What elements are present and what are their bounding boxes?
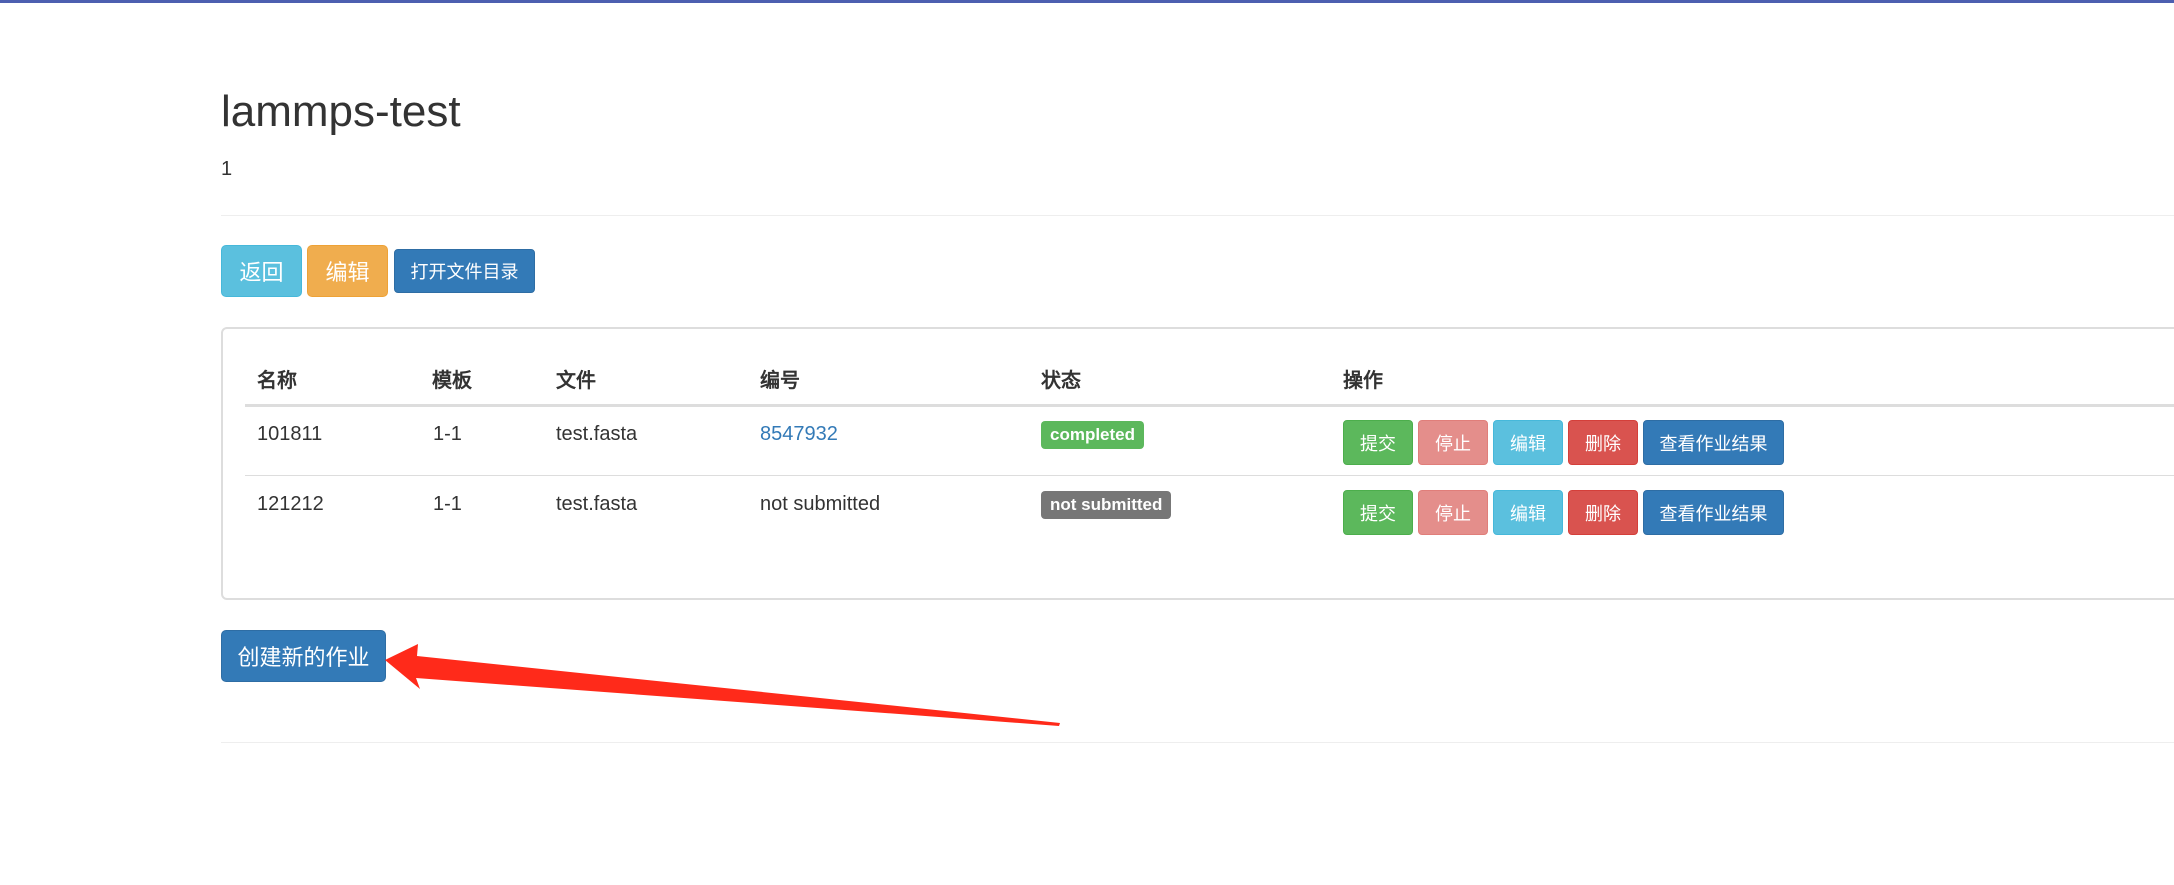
divider-top <box>221 215 2174 216</box>
edit-job-button[interactable]: 编辑 <box>1493 420 1563 465</box>
back-button[interactable]: 返回 <box>221 245 302 297</box>
annotation-arrow-shape <box>385 644 1060 726</box>
top-border <box>0 0 2174 3</box>
stop-job-button[interactable]: 停止 <box>1418 490 1488 535</box>
open-file-directory-button[interactable]: 打开文件目录 <box>394 249 535 293</box>
view-job-results-button[interactable]: 查看作业结果 <box>1643 420 1784 465</box>
header-operations: 操作 <box>1343 368 1383 392</box>
stop-job-button[interactable]: 停止 <box>1418 420 1488 465</box>
cell-file: test.fasta <box>556 493 638 515</box>
status-badge: completed <box>1041 421 1145 449</box>
header-id: 编号 <box>760 368 800 392</box>
status-badge: not submitted <box>1041 491 1172 519</box>
submit-job-button[interactable]: 提交 <box>1343 420 1413 465</box>
cell-template: 1-1 <box>433 493 462 515</box>
cell-template: 1-1 <box>433 423 462 445</box>
header-file: 文件 <box>556 368 596 392</box>
jobs-panel <box>221 327 2174 600</box>
divider-bottom <box>221 742 2174 743</box>
page-title: lammps-test <box>221 87 461 136</box>
view-job-results-button[interactable]: 查看作业结果 <box>1643 490 1784 535</box>
submit-job-button[interactable]: 提交 <box>1343 490 1413 535</box>
edit-project-button[interactable]: 编辑 <box>307 245 388 297</box>
header-name: 名称 <box>257 368 297 392</box>
delete-job-button[interactable]: 删除 <box>1568 420 1638 465</box>
table-header-divider <box>245 404 2174 407</box>
delete-job-button[interactable]: 删除 <box>1568 490 1638 535</box>
edit-job-button[interactable]: 编辑 <box>1493 490 1563 535</box>
page-subtitle: 1 <box>221 158 233 180</box>
header-template: 模板 <box>432 368 472 392</box>
cell-file: test.fasta <box>556 423 638 445</box>
create-new-job-button[interactable]: 创建新的作业 <box>221 630 386 682</box>
cell-name: 101811 <box>257 423 323 445</box>
row-divider <box>245 475 2174 476</box>
job-id-link[interactable]: 8547932 <box>760 423 838 446</box>
cell-name: 121212 <box>257 493 324 515</box>
header-status: 状态 <box>1041 368 1081 392</box>
cell-job-id: not submitted <box>760 493 881 515</box>
